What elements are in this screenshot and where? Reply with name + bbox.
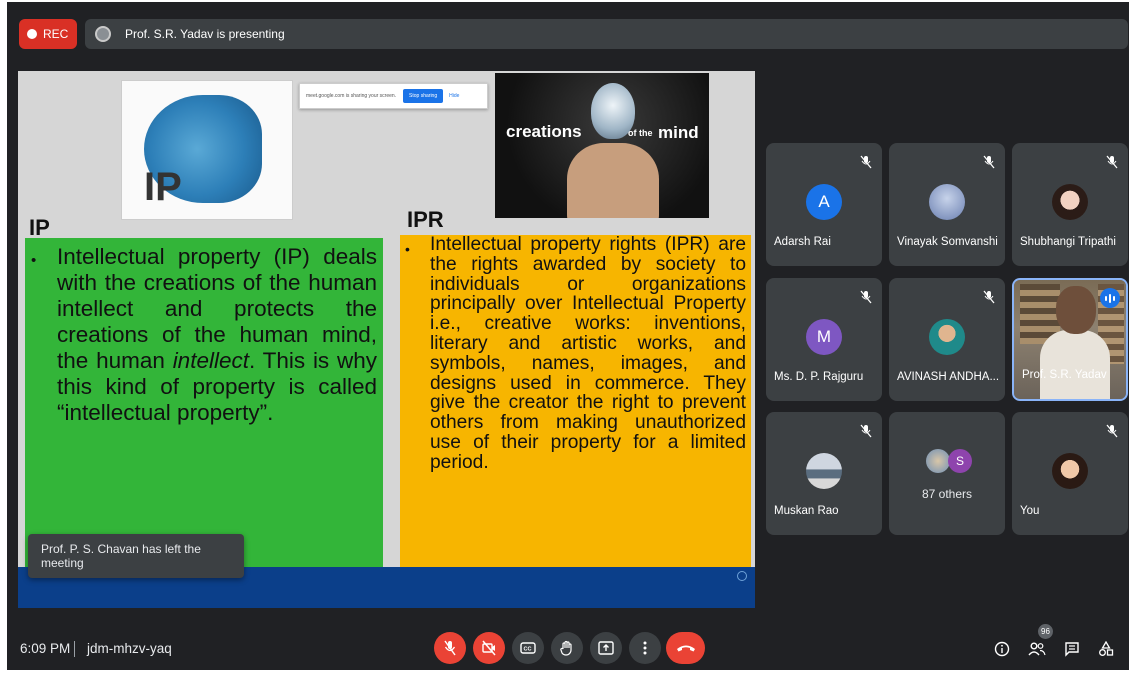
- presenter-avatar: [95, 26, 111, 42]
- speaking-indicator-icon: [1100, 288, 1120, 308]
- active-speaker-tile[interactable]: Prof. S.R. Yadav: [1012, 278, 1128, 401]
- captions-button[interactable]: CC: [512, 632, 544, 664]
- mic-off-icon: [983, 290, 995, 304]
- mic-off-icon: [860, 290, 872, 304]
- presenting-text: Prof. S.R. Yadav is presenting: [125, 27, 285, 41]
- shared-screen: IP meet.google.com is sharing your scree…: [18, 71, 755, 608]
- present-button[interactable]: [590, 632, 622, 664]
- stop-sharing-button[interactable]: Stop sharing: [403, 89, 444, 103]
- meeting-code: jdm-mhzv-yaq: [87, 641, 172, 656]
- recording-badge: REC: [19, 19, 77, 49]
- svg-text:CC: CC: [524, 647, 532, 653]
- raise-hand-button[interactable]: [551, 632, 583, 664]
- participant-tile[interactable]: A Adarsh Rai: [766, 143, 882, 266]
- ipr-definition-text: Intellectual property rights (IPR) are t…: [430, 234, 746, 473]
- hand-icon: [560, 640, 572, 656]
- mic-toggle-button[interactable]: [434, 632, 466, 664]
- divider: [74, 641, 75, 657]
- bulb-word: creations: [506, 122, 582, 141]
- meet-window: REC Prof. S.R. Yadav is presenting IP me…: [7, 2, 1129, 670]
- participant-avatar: [1052, 453, 1088, 489]
- ipr-definition-box: • Intellectual property rights (IPR) are…: [400, 235, 751, 567]
- left-meeting-toast: Prof. P. S. Chavan has left the meeting: [28, 534, 244, 578]
- participant-tile[interactable]: Muskan Rao: [766, 412, 882, 535]
- participant-name: AVINASH ANDHA...: [897, 371, 1000, 383]
- leave-call-button[interactable]: [666, 632, 705, 664]
- chat-icon: [1065, 642, 1079, 657]
- mic-off-icon: [444, 640, 456, 656]
- ipr-heading: IPR: [407, 207, 444, 232]
- creations-of-mind-image: creations of the mind: [495, 73, 709, 218]
- participant-avatar: [929, 319, 965, 355]
- activities-icon: [1099, 641, 1114, 656]
- screen-share-notice: meet.google.com is sharing your screen. …: [299, 83, 488, 109]
- mic-off-icon: [860, 155, 872, 169]
- current-time: 6:09 PM: [20, 641, 71, 656]
- participant-name: Vinayak Somvanshi: [897, 236, 998, 248]
- bullet: •: [405, 241, 410, 257]
- participant-name: Adarsh Rai: [774, 236, 831, 248]
- participant-name: Muskan Rao: [774, 505, 839, 517]
- mic-off-icon: [860, 424, 872, 438]
- info-icon: [994, 641, 1010, 657]
- ip-head-image: IP: [121, 80, 293, 220]
- others-tile[interactable]: S 87 others: [889, 412, 1005, 535]
- present-screen-icon: [598, 641, 614, 655]
- closed-captions-icon: CC: [520, 642, 536, 654]
- participant-avatar: A: [806, 184, 842, 220]
- chat-button[interactable]: [1063, 640, 1081, 658]
- participant-name: You: [1020, 505, 1040, 517]
- more-vert-icon: [643, 641, 647, 655]
- participant-tile[interactable]: M Ms. D. P. Rajguru: [766, 278, 882, 401]
- people-icon: [1028, 642, 1046, 656]
- recording-label: REC: [43, 27, 69, 41]
- others-avatar: [926, 449, 950, 473]
- ip-image-text: IP: [144, 165, 182, 209]
- participant-name: Shubhangi Tripathi: [1020, 236, 1116, 248]
- people-count-badge: 96: [1038, 624, 1053, 639]
- participant-name: Prof. S.R. Yadav: [1022, 369, 1107, 381]
- participant-name: Ms. D. P. Rajguru: [774, 371, 864, 383]
- mic-off-icon: [1106, 424, 1118, 438]
- self-tile[interactable]: You: [1012, 412, 1128, 535]
- ip-definition-text: Intellectual property (IP) deals with th…: [57, 244, 377, 425]
- ip-definition-box: • Intellectual property (IP) deals with …: [25, 238, 383, 581]
- bullet: •: [31, 252, 37, 269]
- camera-off-icon: [482, 640, 496, 656]
- participant-tile[interactable]: AVINASH ANDHA...: [889, 278, 1005, 401]
- participant-avatar: M: [806, 319, 842, 355]
- activities-button[interactable]: [1097, 640, 1115, 658]
- participant-avatar: [806, 453, 842, 489]
- others-avatar: S: [948, 449, 972, 473]
- hang-up-icon: [676, 645, 695, 652]
- participant-avatar: [1052, 184, 1088, 220]
- meeting-controls-bar: 6:09 PM jdm-mhzv-yaq CC 96: [7, 622, 1129, 670]
- camera-toggle-button[interactable]: [473, 632, 505, 664]
- more-options-button[interactable]: [629, 632, 661, 664]
- people-button[interactable]: [1028, 640, 1046, 658]
- participant-avatar: [929, 184, 965, 220]
- bulb-word: mind: [658, 123, 699, 142]
- participant-tile[interactable]: Vinayak Somvanshi: [889, 143, 1005, 266]
- presenting-banner: Prof. S.R. Yadav is presenting: [85, 19, 1128, 49]
- record-dot-icon: [27, 29, 37, 39]
- participant-tile[interactable]: Shubhangi Tripathi: [1012, 143, 1128, 266]
- mic-off-icon: [983, 155, 995, 169]
- hide-link[interactable]: Hide: [449, 93, 459, 99]
- bulb-word: of the: [628, 128, 653, 138]
- meeting-info-button[interactable]: [993, 640, 1011, 658]
- others-count: 87 others: [921, 487, 973, 501]
- mic-off-icon: [1106, 155, 1118, 169]
- share-notice-text: meet.google.com is sharing your screen.: [306, 93, 397, 99]
